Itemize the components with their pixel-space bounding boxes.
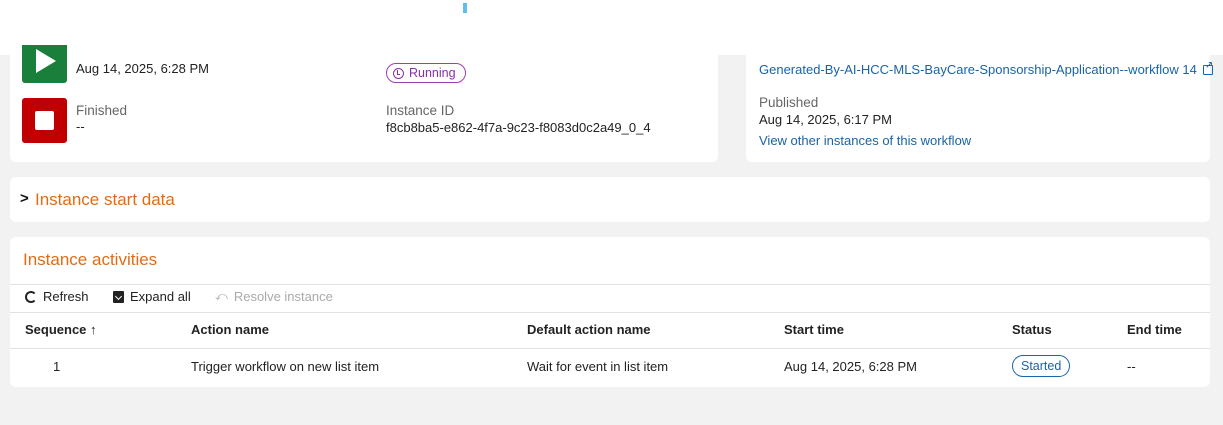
resolve-icon: ⤺: [215, 289, 228, 303]
play-icon: [22, 45, 67, 83]
column-header-status[interactable]: Status: [1012, 322, 1052, 337]
column-header-action-name[interactable]: Action name: [191, 322, 269, 337]
instance-id-label: Instance ID: [386, 103, 455, 118]
cell-start-time: Aug 14, 2025, 6:28 PM: [784, 359, 917, 374]
scroll-indicator: [463, 3, 467, 13]
activities-toolbar: Refresh Expand all ⤺ Resolve instance: [10, 284, 1210, 313]
refresh-label: Refresh: [43, 289, 89, 304]
refresh-icon: [25, 290, 37, 303]
view-other-instances-link[interactable]: View other instances of this workflow: [759, 133, 971, 148]
instance-activities-title: Instance activities: [23, 250, 158, 269]
instance-start-data-title[interactable]: Instance start data: [35, 190, 175, 210]
external-link-icon[interactable]: [1202, 60, 1213, 75]
instance-summary-card: Aug 14, 2025, 6:28 PM Finished -- Runnin…: [10, 45, 718, 162]
instance-id: f8cb8ba5-e862-4f7a-9c23-f8083d0c2a49_0_4: [386, 120, 651, 135]
top-bar: [0, 0, 1223, 55]
column-header-end-time[interactable]: End time: [1127, 322, 1182, 337]
finished-value: --: [76, 119, 85, 134]
cell-default-action-name: Wait for event in list item: [527, 359, 669, 374]
workflow-name: Generated-By-AI-HCC-MLS-BayCare-Sponsors…: [759, 62, 1197, 77]
resolve-instance-button[interactable]: ⤺ Resolve instance: [215, 289, 333, 304]
status-badge: Started: [1012, 355, 1071, 377]
column-header-start-time[interactable]: Start time: [784, 322, 844, 337]
published-label: Published: [759, 95, 819, 110]
started-time: Aug 14, 2025, 6:28 PM: [76, 61, 209, 76]
status-badge-running: Running: [386, 63, 466, 83]
expand-all-label: Expand all: [130, 289, 191, 304]
cell-end-time: --: [1127, 359, 1136, 374]
stop-icon: [22, 98, 67, 143]
finished-label: Finished: [76, 103, 128, 118]
workflow-info-card: Generated-By-AI-HCC-MLS-BayCare-Sponsors…: [746, 55, 1213, 162]
refresh-button[interactable]: Refresh: [25, 289, 89, 304]
expand-all-icon: [113, 290, 124, 303]
cell-action-name: Trigger workflow on new list item: [191, 359, 380, 374]
workflow-name-link[interactable]: Generated-By-AI-HCC-MLS-BayCare-Sponsors…: [759, 60, 1213, 78]
table-header: Sequence ↑ Action name Default action na…: [10, 312, 1210, 349]
resolve-label: Resolve instance: [233, 289, 333, 304]
instance-activities-section: Instance activities Refresh Expand all ⤺…: [10, 237, 1210, 387]
chevron-right-icon[interactable]: >: [20, 190, 29, 207]
column-header-sequence[interactable]: Sequence ↑: [25, 322, 97, 337]
clock-icon: [393, 67, 404, 79]
instance-start-data-section[interactable]: > Instance start data: [10, 177, 1210, 222]
cell-sequence: 1: [53, 359, 61, 374]
table-row[interactable]: 1 Trigger workflow on new list item Wait…: [10, 349, 1210, 387]
expand-all-button[interactable]: Expand all: [113, 289, 191, 304]
column-header-default-action-name[interactable]: Default action name: [527, 322, 651, 337]
published-time: Aug 14, 2025, 6:17 PM: [759, 112, 892, 127]
status-label: Running: [409, 66, 456, 80]
